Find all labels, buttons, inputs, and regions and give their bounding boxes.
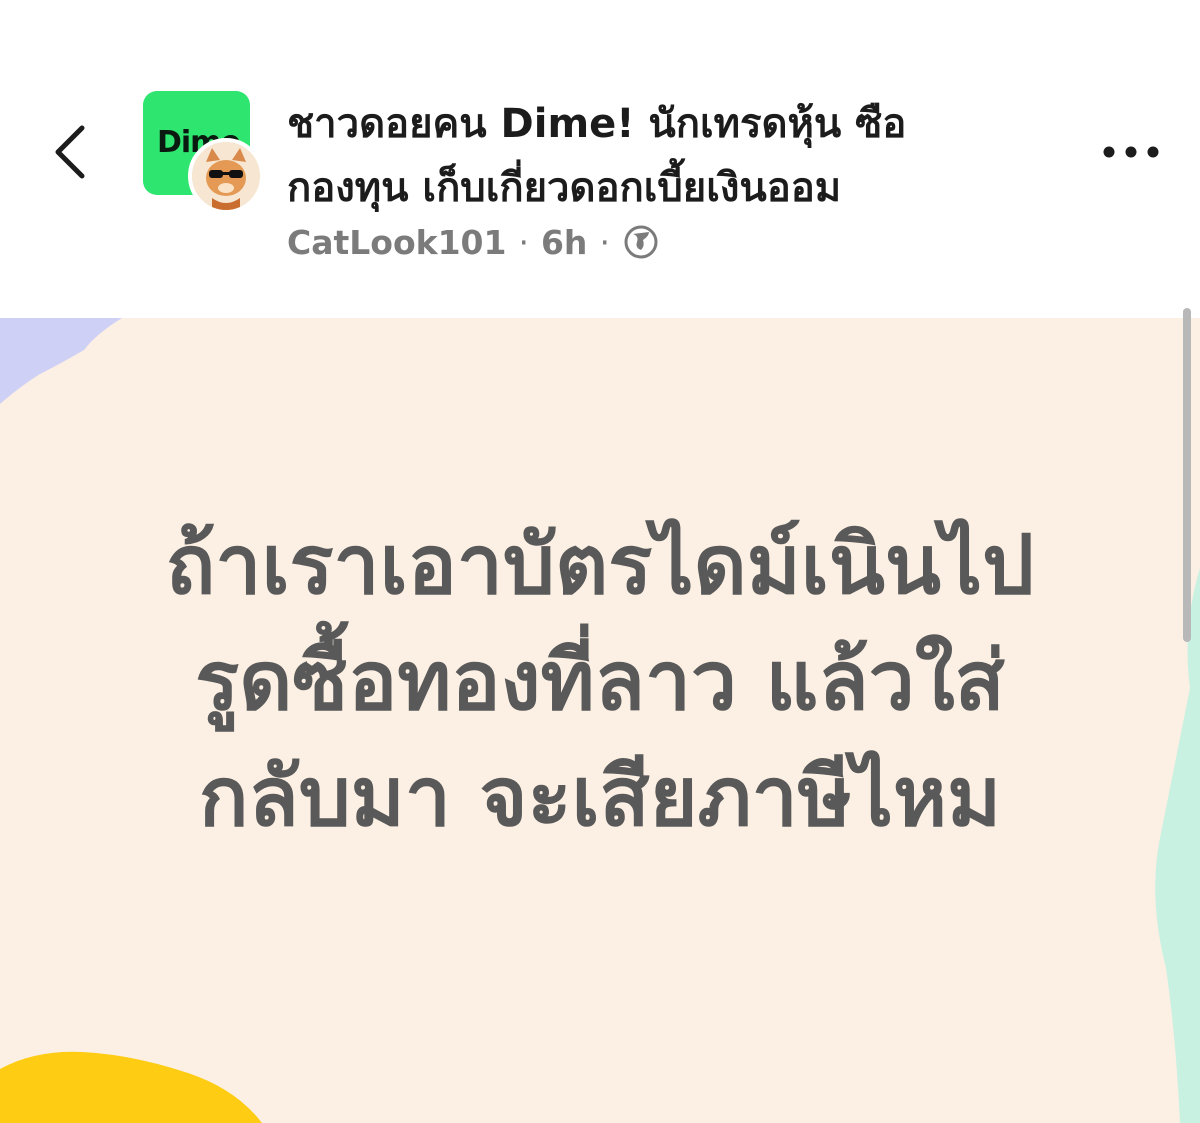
meta-separator: ·	[518, 222, 529, 262]
post-header: Dime ชาวดอยคน Dime! นักเทรดหุ้น ซือ กองท…	[0, 0, 1200, 318]
cat-with-sunglasses-avatar-icon	[192, 142, 260, 210]
back-button[interactable]	[40, 112, 100, 192]
more-options-button[interactable]	[1096, 130, 1166, 174]
globe-icon	[622, 223, 660, 261]
post-time[interactable]: 6h	[541, 223, 587, 262]
author-name[interactable]: CatLook101	[287, 223, 506, 262]
post-body-text: ถ้าเราเอาบัตรไดม์เนินไป รูดซื้อทองที่ลาว…	[165, 518, 1035, 845]
group-title[interactable]: ชาวดอยคน Dime! นักเทรดหุ้น ซือ กองทุน เก…	[287, 92, 1047, 220]
post-card: ถ้าเราเอาบัตรไดม์เนินไป รูดซื้อทองที่ลาว…	[0, 318, 1200, 1123]
decor-blob-yellow	[0, 1051, 262, 1123]
more-dots-icon	[1103, 146, 1159, 158]
user-avatar[interactable]	[188, 138, 264, 214]
post-meta: CatLook101 · 6h ·	[287, 220, 660, 264]
decor-blob-lavender	[0, 318, 122, 404]
scrollbar[interactable]	[1183, 308, 1191, 642]
chevron-left-icon	[55, 125, 85, 179]
meta-separator: ·	[599, 222, 610, 262]
